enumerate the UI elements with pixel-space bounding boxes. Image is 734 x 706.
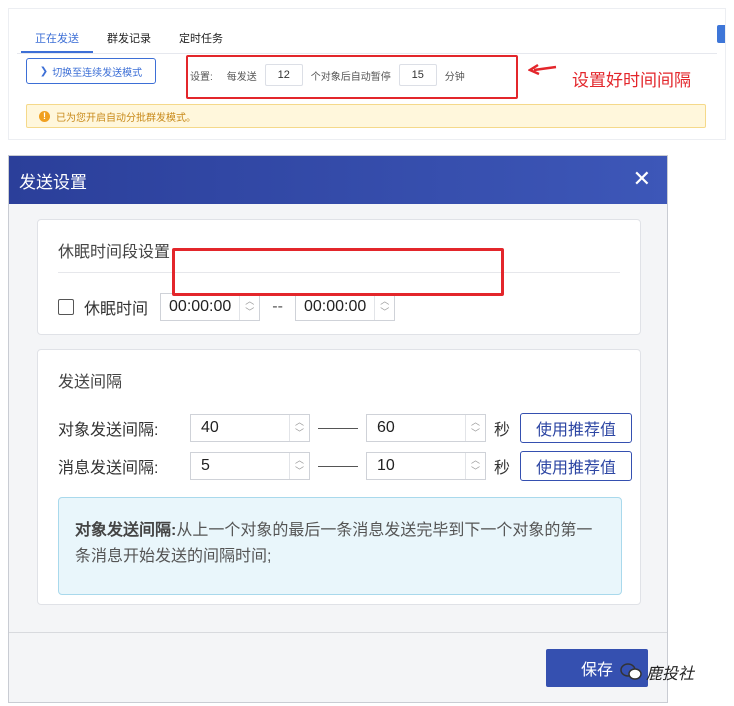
object-interval-from-value: 40 [201, 419, 219, 436]
seconds-unit: 秒 [494, 422, 511, 439]
seconds-unit: 秒 [494, 460, 511, 477]
info-text: 已为您开启自动分批群发模式。 [56, 112, 196, 124]
object-interval-from-input[interactable]: 40 ︿ ﹀ [190, 414, 310, 442]
watermark: 鹿投社 [620, 660, 694, 684]
switch-button-label: 切换至连续发送模式 [52, 67, 143, 79]
tip-term: 对象发送间隔: [75, 522, 177, 539]
tab-broadcast-history[interactable]: 群发记录 [93, 25, 165, 53]
tab-divider [17, 53, 717, 54]
message-interval-row: 消息发送间隔: 5 ︿ ﹀ 10 ︿ ﹀ 秒 使用推荐值 [58, 451, 633, 481]
tab-bar: 正在发送 群发记录 定时任务 [21, 25, 237, 53]
highlight-box-interval [172, 248, 504, 296]
spinner-icon[interactable]: ︿ ﹀ [374, 294, 394, 320]
sleep-end-input[interactable]: 00:00:00 ︿ ﹀ [294, 293, 396, 321]
sleep-end-value: 00:00:00 [303, 298, 367, 315]
spinner-icon[interactable]: ︿ ﹀ [289, 415, 309, 441]
screenshot-root: 正在发送 群发记录 定时任务 ❯ 切换至连续发送模式 设置: 每发送 12 个对… [0, 0, 734, 706]
range-dash [318, 427, 358, 429]
spinner-icon[interactable]: ︿ ﹀ [289, 453, 309, 479]
corner-button[interactable] [717, 25, 725, 43]
message-interval-from-value: 5 [201, 457, 210, 474]
send-settings-dialog: 发送设置 ✕ 休眠时间段设置 休眠时间 00:00:00 ︿ ﹀ -- 00:00… [8, 155, 668, 703]
highlight-box-settings [186, 55, 518, 99]
interval-tip-box: 对象发送间隔:从上一个对象的最后一条消息发送完毕到下一个对象的第一条消息开始发送… [58, 497, 622, 595]
sleep-checkbox[interactable] [58, 299, 74, 315]
object-interval-row: 对象发送间隔: 40 ︿ ﹀ 60 ︿ ﹀ 秒 使用推荐值 [58, 413, 633, 443]
sleep-section-title: 休眠时间段设置 [58, 244, 171, 261]
object-interval-label: 对象发送间隔: [58, 422, 159, 439]
object-interval-to-value: 60 [377, 419, 395, 436]
sleep-checkbox-label: 休眠时间 [84, 301, 149, 318]
spinner-icon[interactable]: ︿ ﹀ [465, 415, 485, 441]
interval-section-title: 发送间隔 [58, 374, 123, 391]
dialog-title: 发送设置 [19, 172, 87, 192]
switch-icon: ❯ [39, 65, 49, 77]
message-interval-to-value: 10 [377, 457, 395, 474]
message-interval-from-input[interactable]: 5 ︿ ﹀ [190, 452, 310, 480]
range-dash [318, 465, 358, 467]
arrow-left-icon [528, 63, 557, 76]
message-interval-label: 消息发送间隔: [58, 460, 159, 477]
info-icon: ! [39, 110, 50, 122]
spinner-icon[interactable]: ︿ ﹀ [239, 294, 259, 320]
use-recommended-button[interactable]: 使用推荐值 [520, 451, 633, 481]
close-icon[interactable]: ✕ [633, 166, 651, 192]
watermark-text: 鹿投社 [646, 666, 695, 683]
info-bar: ! 已为您开启自动分批群发模式。 [26, 104, 706, 128]
sleep-start-value: 00:00:00 [169, 298, 232, 315]
use-recommended-button[interactable]: 使用推荐值 [520, 413, 633, 443]
tab-scheduled-tasks[interactable]: 定时任务 [165, 25, 237, 53]
sleep-start-input[interactable]: 00:00:00 ︿ ﹀ [160, 293, 261, 321]
message-interval-to-input[interactable]: 10 ︿ ﹀ [366, 452, 486, 480]
interval-section: 发送间隔 对象发送间隔: 40 ︿ ﹀ 60 ︿ ﹀ 秒 使用推荐值 消息发送间隔: [37, 349, 641, 605]
spinner-icon[interactable]: ︿ ﹀ [465, 453, 485, 479]
sleep-time-row: 休眠时间 00:00:00 ︿ ﹀ -- 00:00:00 ︿ ﹀ [58, 293, 396, 321]
object-interval-to-input[interactable]: 60 ︿ ﹀ [366, 414, 486, 442]
switch-continuous-mode-button[interactable]: ❯ 切换至连续发送模式 [26, 58, 156, 84]
wechat-icon [620, 663, 642, 680]
tab-sending[interactable]: 正在发送 [21, 25, 93, 53]
annotation-text: 设置好时间间隔 [572, 71, 691, 91]
dialog-header: 发送设置 ✕ [9, 156, 667, 204]
time-separator: -- [272, 298, 283, 315]
footer-divider [9, 632, 667, 633]
